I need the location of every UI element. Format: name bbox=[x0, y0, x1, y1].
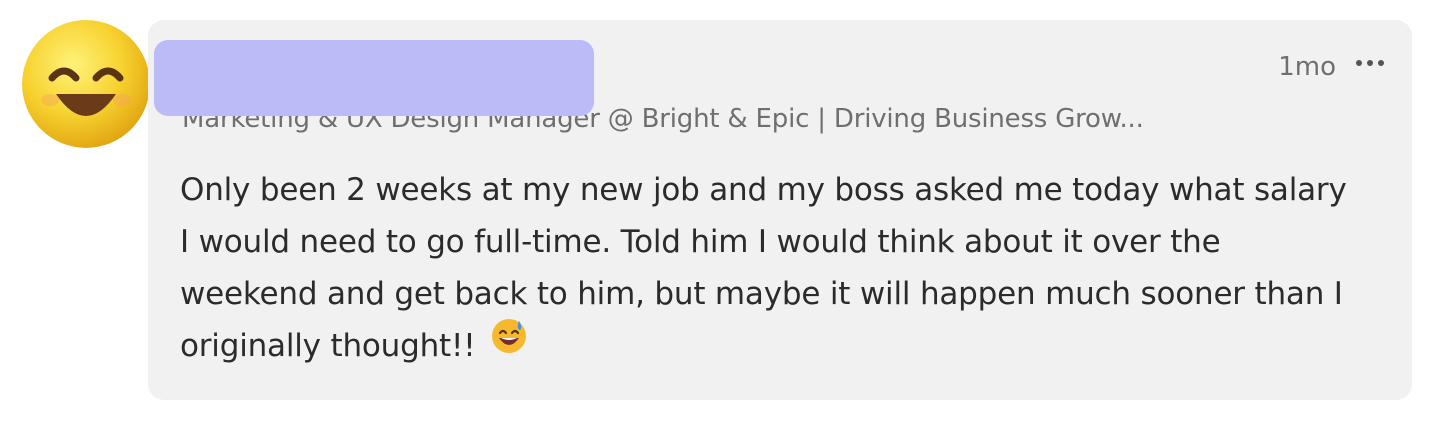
comment-timestamp: 1mo bbox=[1278, 52, 1336, 82]
comment-text: Only been 2 weeks at my new job and my b… bbox=[180, 172, 1347, 364]
smiling-face-emoji-icon bbox=[22, 20, 150, 148]
more-options-icon bbox=[1356, 60, 1362, 66]
more-options-button[interactable] bbox=[1348, 48, 1392, 78]
avatar[interactable] bbox=[22, 20, 150, 148]
comment-card: Marketing & UX Design Manager @ Bright &… bbox=[0, 0, 1450, 432]
grinning-sweat-emoji-icon bbox=[491, 318, 527, 370]
comment-bubble: Marketing & UX Design Manager @ Bright &… bbox=[148, 20, 1412, 400]
author-name-redaction bbox=[154, 40, 594, 116]
comment-body: Only been 2 weeks at my new job and my b… bbox=[180, 164, 1360, 372]
